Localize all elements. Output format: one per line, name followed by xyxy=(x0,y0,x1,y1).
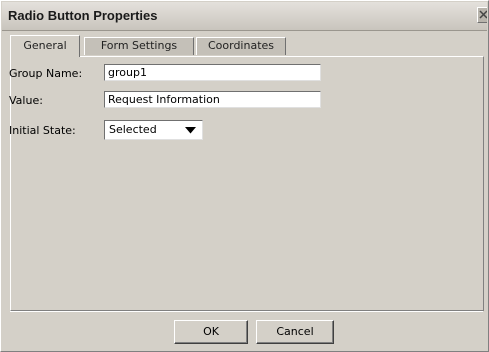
initial-state-select[interactable]: Selected xyxy=(104,120,203,140)
value-input[interactable]: Request Information xyxy=(104,91,321,108)
radio-button-properties-dialog: Radio Button Properties General Form Set… xyxy=(0,0,489,352)
group-name-label: Group Name: xyxy=(9,67,83,80)
ok-button[interactable]: OK xyxy=(174,320,248,344)
initial-state-label: Initial State: xyxy=(9,124,76,137)
triangle-down-icon xyxy=(185,127,196,134)
tab-coordinates[interactable]: Coordinates xyxy=(196,37,286,55)
close-x-icon xyxy=(479,10,487,19)
window-title: Radio Button Properties xyxy=(8,8,158,23)
initial-state-selected-value: Selected xyxy=(109,123,157,136)
title-bar[interactable]: Radio Button Properties xyxy=(2,2,487,31)
footer-divider xyxy=(10,311,483,312)
group-name-input[interactable]: group1 xyxy=(104,64,321,81)
tab-form-settings[interactable]: Form Settings xyxy=(84,37,194,55)
tab-general[interactable]: General xyxy=(10,35,80,57)
cancel-button[interactable]: Cancel xyxy=(256,320,334,344)
close-button[interactable] xyxy=(477,7,487,23)
value-label: Value: xyxy=(9,94,43,107)
